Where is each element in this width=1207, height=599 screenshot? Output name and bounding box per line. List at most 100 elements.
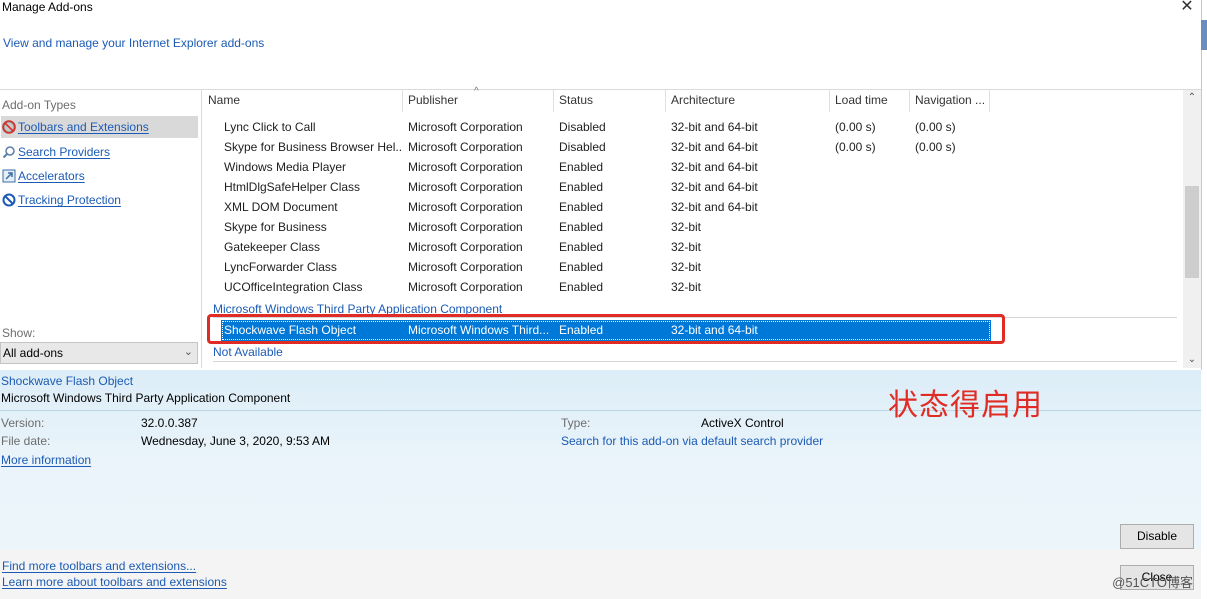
cell-architecture: 32-bit xyxy=(671,260,702,274)
group-heading: Microsoft Windows Third Party Applicatio… xyxy=(213,302,503,316)
cell-name: Skype for Business xyxy=(224,220,327,234)
accelerator-icon xyxy=(1,169,16,184)
column-header-load-time[interactable]: Load time xyxy=(830,90,910,112)
cell-status: Disabled xyxy=(559,120,606,134)
file-date-value: Wednesday, June 3, 2020, 9:53 AM xyxy=(141,434,331,448)
cell-architecture: 32-bit and 64-bit xyxy=(671,200,758,214)
table-row[interactable]: XML DOM Document Microsoft Corporation Ena… xyxy=(203,197,1183,217)
cell-load-time: (0.00 s) xyxy=(835,140,876,154)
table-row[interactable]: LyncForwarder Class Microsoft Corporation… xyxy=(203,257,1183,277)
show-dropdown[interactable]: All add-ons ⌄ xyxy=(0,342,198,364)
cell-publisher: Microsoft Corporation xyxy=(408,200,523,214)
cell-publisher: Microsoft Corporation xyxy=(408,160,523,174)
cell-publisher: Microsoft Corporation xyxy=(408,120,523,134)
cell-status: Disabled xyxy=(559,140,606,154)
type-value: ActiveX Control xyxy=(701,416,784,430)
window-subtitle: View and manage your Internet Explorer a… xyxy=(3,36,265,50)
cell-name: Shockwave Flash Object xyxy=(224,323,357,337)
cell-publisher: Microsoft Corporation xyxy=(408,140,523,154)
table-row[interactable]: HtmlDlgSafeHelper Class Microsoft Corpora… xyxy=(203,177,1183,197)
type-label: Type: xyxy=(561,416,591,430)
learn-more-link[interactable]: Learn more about toolbars and extensions xyxy=(2,575,227,589)
table-row-selected[interactable]: Shockwave Flash Object Microsoft Windows… xyxy=(221,320,991,341)
column-header-name[interactable]: Name xyxy=(203,90,403,112)
annotation-text: 状态得启用 xyxy=(888,388,1043,423)
scrollbar-thumb[interactable] xyxy=(1185,186,1199,278)
cell-name: LyncForwarder Class xyxy=(224,260,337,274)
cell-name: HtmlDlgSafeHelper Class xyxy=(224,180,361,194)
file-date-label: File date: xyxy=(1,434,51,448)
sidebar-item-search-providers[interactable]: Search Providers xyxy=(1,141,198,163)
cell-architecture: 32-bit and 64-bit xyxy=(671,160,758,174)
show-label: Show: xyxy=(2,326,36,340)
search-addon-link[interactable]: Search for this add-on via default searc… xyxy=(561,434,823,448)
cell-status: Enabled xyxy=(559,200,604,214)
table-row[interactable]: Lync Click to Call Microsoft Corporation D… xyxy=(203,117,1183,137)
group-divider xyxy=(213,317,1177,318)
list-scrollbar[interactable]: ⌃ ⌄ xyxy=(1183,90,1201,368)
footer: Find more toolbars and extensions... Lea… xyxy=(0,549,1201,599)
cell-architecture: 32-bit and 64-bit xyxy=(671,140,758,154)
addon-types-pane: Add-on Types Toolbars and Extensions Sea… xyxy=(0,90,202,368)
sidebar-item-tracking-protection[interactable]: Tracking Protection xyxy=(1,189,198,211)
cell-name: Gatekeeper Class xyxy=(224,240,321,254)
table-row[interactable]: UCOfficeIntegration Class Microsoft Corpo… xyxy=(203,277,1183,297)
column-header-architecture[interactable]: Architecture xyxy=(666,90,830,112)
table-row[interactable]: Gatekeeper Class Microsoft Corporation Ena… xyxy=(203,237,1183,257)
cell-navigation: (0.00 s) xyxy=(915,140,956,154)
not-available-heading: Not Available xyxy=(213,345,283,359)
cell-load-time: (0.00 s) xyxy=(835,120,876,134)
cell-name: Windows Media Player xyxy=(224,160,347,174)
cell-architecture: 32-bit xyxy=(671,240,702,254)
cell-status: Enabled xyxy=(559,323,604,337)
cell-status: Enabled xyxy=(559,180,604,194)
sidebar-item-accelerators[interactable]: Accelerators xyxy=(1,165,198,187)
version-label: Version: xyxy=(1,416,45,430)
cell-architecture: 32-bit and 64-bit xyxy=(671,120,758,134)
sidebar-item-label: Search Providers xyxy=(18,145,111,159)
scroll-down-icon[interactable]: ⌄ xyxy=(1183,352,1201,368)
chevron-down-icon: ⌄ xyxy=(183,346,193,358)
sidebar-item-label: Accelerators xyxy=(18,169,85,183)
scroll-up-icon[interactable]: ⌃ xyxy=(1183,90,1201,106)
table-row[interactable]: Skype for Business Browser Hel... Microso… xyxy=(203,137,1183,157)
search-icon xyxy=(1,145,16,160)
column-header-navigation[interactable]: Navigation ... xyxy=(910,90,990,112)
addon-list: Name Publisher Status Architecture Load … xyxy=(203,86,1183,368)
block-icon xyxy=(1,193,16,208)
cell-status: Enabled xyxy=(559,160,604,174)
cell-publisher: Microsoft Windows Third... xyxy=(408,323,550,337)
version-value: 32.0.0.387 xyxy=(141,416,198,430)
column-header-status[interactable]: Status xyxy=(554,90,666,112)
gear-block-icon xyxy=(1,120,16,135)
sidebar-item-label: Toolbars and Extensions xyxy=(18,120,149,134)
watermark: @51CTO博客 xyxy=(1112,575,1193,590)
table-row[interactable]: Windows Media Player Microsoft Corporatio… xyxy=(203,157,1183,177)
table-row[interactable]: Skype for Business Microsoft Corporation E… xyxy=(203,217,1183,237)
cell-name: Skype for Business Browser Hel... xyxy=(224,140,402,154)
sort-caret-icon: ^ xyxy=(474,86,479,97)
find-more-link[interactable]: Find more toolbars and extensions... xyxy=(2,559,196,573)
cell-publisher: Microsoft Corporation xyxy=(408,260,523,274)
details-publisher: Microsoft Windows Third Party Applicatio… xyxy=(1,391,291,405)
cell-publisher: Microsoft Corporation xyxy=(408,180,523,194)
cell-status: Enabled xyxy=(559,220,604,234)
cell-architecture: 32-bit xyxy=(671,220,702,234)
details-addon-name: Shockwave Flash Object xyxy=(1,374,134,388)
disable-button[interactable]: Disable xyxy=(1120,524,1194,549)
close-icon[interactable]: ✕ xyxy=(1175,0,1199,16)
cell-architecture: 32-bit and 64-bit xyxy=(671,323,758,337)
sidebar-item-toolbars-extensions[interactable]: Toolbars and Extensions xyxy=(1,116,198,138)
addon-types-heading: Add-on Types xyxy=(2,98,76,112)
show-dropdown-value: All add-ons xyxy=(3,346,64,360)
cell-publisher: Microsoft Corporation xyxy=(408,280,523,294)
more-information-link[interactable]: More information xyxy=(1,453,91,467)
cell-architecture: 32-bit xyxy=(671,280,702,294)
cell-architecture: 32-bit and 64-bit xyxy=(671,180,758,194)
sidebar-item-label: Tracking Protection xyxy=(18,193,121,207)
window-title: Manage Add-ons xyxy=(2,0,93,14)
cell-status: Enabled xyxy=(559,280,604,294)
window-edge-accent xyxy=(1201,20,1207,50)
cell-name: Lync Click to Call xyxy=(224,120,316,134)
cell-status: Enabled xyxy=(559,260,604,274)
